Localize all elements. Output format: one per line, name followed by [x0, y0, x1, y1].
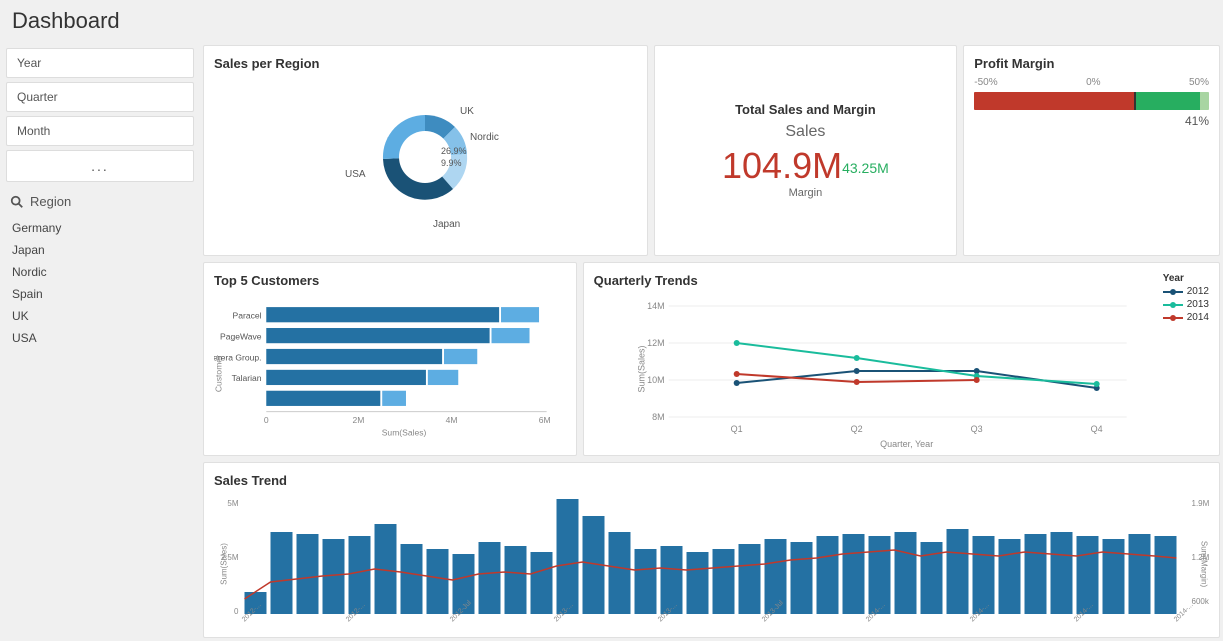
qt-legend: Year 2012 2013 2014 [1163, 273, 1209, 325]
pm-axis: -50% 0% 50% [974, 77, 1209, 88]
sales-trend-title: Sales Trend [214, 473, 1209, 488]
margin-label: Margin [722, 187, 889, 199]
svg-text:UK: UK [460, 106, 474, 117]
svg-text:Q1: Q1 [730, 424, 742, 434]
sales-label: Sales [722, 123, 889, 141]
dashboard-title: Dashboard [0, 0, 1223, 42]
pm-red-bar [974, 92, 1134, 110]
svg-text:0: 0 [234, 607, 239, 616]
total-sales-title: Total Sales and Margin [735, 102, 876, 117]
svg-text:Nordic: Nordic [470, 132, 499, 143]
profit-margin-title: Profit Margin [974, 56, 1209, 71]
svg-text:5M: 5M [227, 499, 238, 508]
svg-text:Sum(Sales): Sum(Sales) [382, 427, 427, 437]
svg-text:USA: USA [345, 169, 366, 180]
region-germany[interactable]: Germany [6, 217, 194, 239]
sales-trend-chart: 5M 2.5M 0 Sum(Sales) 1.9M 1.2M 600k Sum(… [214, 494, 1209, 624]
svg-text:Sum(Sales): Sum(Sales) [636, 345, 646, 392]
sales-per-region-chart: Region [315, 72, 535, 242]
top5-customers-card: Top 5 Customers Customer Paracel PageWav… [203, 262, 577, 456]
search-icon [10, 195, 24, 209]
region-search-label: Region [6, 186, 194, 213]
sales-trend-card: Sales Trend 5M 2.5M 0 Sum(Sales) 1.9M 1.… [203, 462, 1220, 638]
svg-text:Deak-Perera Group.: Deak-Perera Group. [214, 352, 262, 362]
legend-2013: 2013 [1163, 299, 1209, 310]
svg-text:10M: 10M [647, 375, 665, 385]
more-filter-btn[interactable]: ... [6, 150, 194, 182]
region-usa[interactable]: USA [6, 327, 194, 349]
region-list: Germany Japan Nordic Spain UK USA [6, 217, 194, 349]
svg-text:Sum(Margin): Sum(Margin) [1200, 541, 1209, 588]
svg-text:14M: 14M [647, 301, 665, 311]
quarterly-trends-card: Quarterly Trends Year 2012 2013 2014 [583, 262, 1220, 456]
svg-text:9.9%: 9.9% [441, 158, 462, 168]
svg-text:Q2: Q2 [850, 424, 862, 434]
margin-value: 43.25M [842, 160, 889, 176]
legend-2012: 2012 [1163, 286, 1209, 297]
svg-text:0: 0 [264, 415, 269, 425]
svg-text:Japan: Japan [433, 219, 460, 230]
sidebar: Year Quarter Month ... Region Germany Ja… [0, 42, 200, 641]
quarter-filter-btn[interactable]: Quarter [6, 82, 194, 112]
svg-text:Talarian: Talarian [232, 373, 262, 383]
svg-text:4M: 4M [446, 415, 458, 425]
top5-chart: Customer Paracel PageWave Deak-Perera Gr… [214, 294, 566, 439]
svg-text:26.9%: 26.9% [441, 146, 467, 156]
svg-text:Paracel: Paracel [233, 311, 262, 321]
svg-text:8M: 8M [652, 412, 665, 422]
svg-text:1.9M: 1.9M [1192, 499, 1210, 508]
sales-per-region-card: Sales per Region Region [203, 45, 648, 256]
pm-green-bar [1134, 92, 1200, 110]
svg-text:Q4: Q4 [1090, 424, 1102, 434]
region-japan[interactable]: Japan [6, 239, 194, 261]
svg-text:PageWave: PageWave [220, 331, 262, 341]
region-uk[interactable]: UK [6, 305, 194, 327]
legend-2014: 2014 [1163, 312, 1209, 323]
pm-value: 41% [974, 114, 1209, 128]
pm-light-bar [1200, 92, 1209, 110]
quarterly-chart: 14M 12M 10M 8M Q1 Q2 Q3 Q4 Quarter, Year [594, 294, 1209, 449]
total-sales-card: Total Sales and Margin Sales 104.9M43.25… [654, 45, 958, 256]
svg-text:600k: 600k [1192, 597, 1210, 606]
quarterly-title: Quarterly Trends [594, 273, 1209, 288]
top5-title: Top 5 Customers [214, 273, 566, 288]
svg-text:Quarter, Year: Quarter, Year [880, 439, 933, 449]
month-filter-btn[interactable]: Month [6, 116, 194, 146]
svg-text:2M: 2M [353, 415, 365, 425]
pm-marker [1134, 92, 1136, 110]
region-nordic[interactable]: Nordic [6, 261, 194, 283]
region-spain[interactable]: Spain [6, 283, 194, 305]
sales-per-region-title: Sales per Region [214, 56, 637, 71]
svg-text:6M: 6M [539, 415, 551, 425]
year-filter-btn[interactable]: Year [6, 48, 194, 78]
profit-margin-bar [974, 92, 1209, 110]
sales-value: 104.9M [722, 145, 842, 186]
svg-text:Sum(Sales): Sum(Sales) [220, 543, 229, 585]
svg-text:Q3: Q3 [970, 424, 982, 434]
profit-margin-card: Profit Margin -50% 0% 50% 41% [963, 45, 1220, 256]
svg-text:12M: 12M [647, 338, 665, 348]
